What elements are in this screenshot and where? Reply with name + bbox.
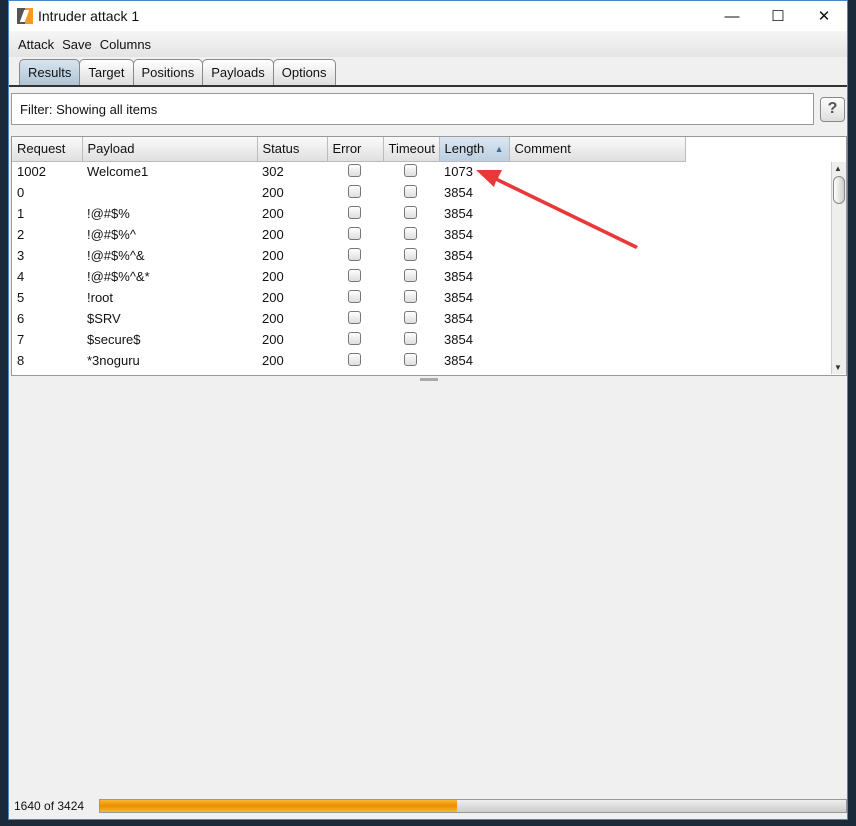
red-arrow-icon — [476, 170, 638, 249]
annotation-arrow — [476, 170, 638, 249]
